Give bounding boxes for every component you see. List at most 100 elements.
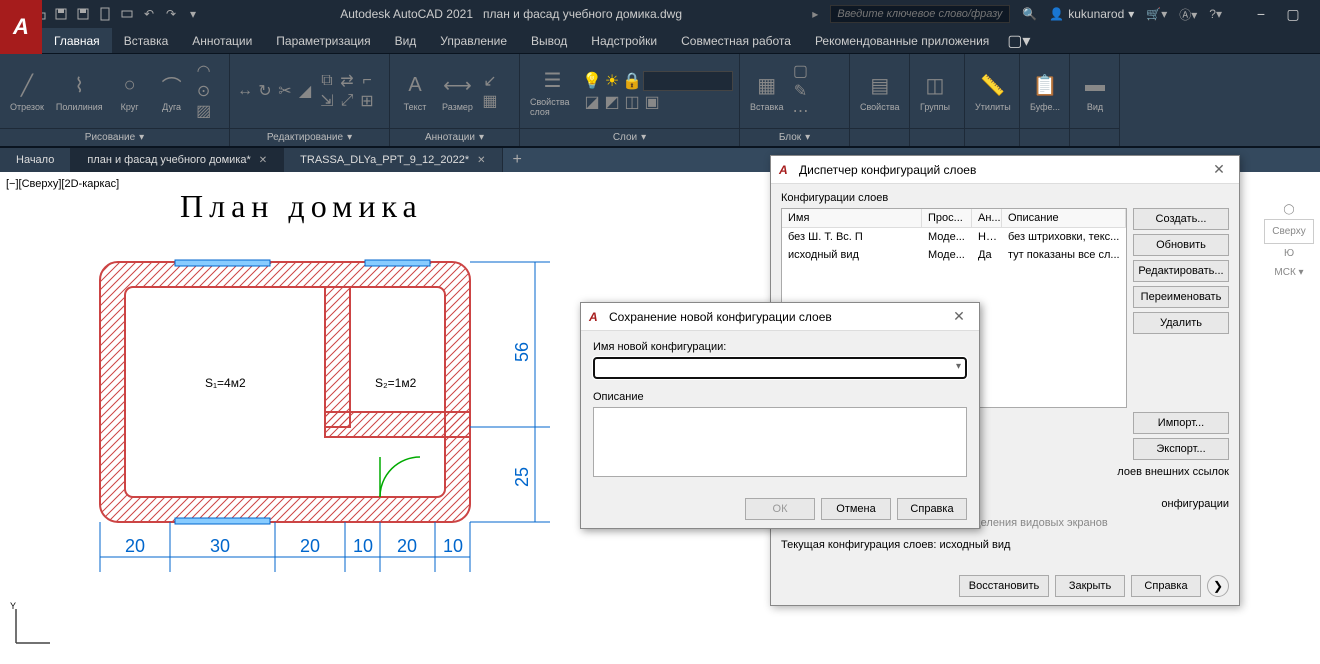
search-input[interactable] <box>830 5 1010 23</box>
layer-lock-icon[interactable]: 🔒 <box>623 72 641 90</box>
tool-insert[interactable]: ▦Вставка <box>746 68 787 114</box>
delete-button[interactable]: Удалить <box>1133 312 1229 334</box>
update-button[interactable]: Обновить <box>1133 234 1229 256</box>
layer-freeze-icon[interactable]: ☀ <box>603 72 621 90</box>
annot-leader-icon[interactable]: ↙ <box>481 72 499 90</box>
block-create-icon[interactable]: ▢ <box>791 62 809 80</box>
tab-parametric[interactable]: Параметризация <box>264 28 382 53</box>
qat-saveas-icon[interactable] <box>74 5 92 23</box>
draw-more-3-icon[interactable]: ▨ <box>195 102 213 120</box>
mod-more1-icon[interactable]: ◢ <box>296 82 314 100</box>
tab-manage[interactable]: Управление <box>428 28 519 53</box>
tool-polyline[interactable]: ⌇Полилиния <box>52 68 107 114</box>
layer-t4-icon[interactable]: ▣ <box>643 93 661 111</box>
mod-fillet-icon[interactable]: ⌐ <box>358 72 376 90</box>
tool-layer-props[interactable]: ☰Свойства слоя <box>526 63 579 119</box>
table-row[interactable]: исходный видМоде...Датут показаны все сл… <box>782 246 1126 264</box>
tab-view[interactable]: Вид <box>383 28 429 53</box>
layer-combo[interactable] <box>643 71 733 91</box>
import-button[interactable]: Импорт... <box>1133 412 1229 434</box>
name-input[interactable] <box>593 357 967 379</box>
edit-button[interactable]: Редактировать... <box>1133 260 1229 282</box>
col-desc[interactable]: Описание <box>1002 209 1126 227</box>
desc-input[interactable] <box>593 407 967 477</box>
col-an[interactable]: Ан... <box>972 209 1002 227</box>
tab-annotate[interactable]: Аннотации <box>180 28 264 53</box>
layer-off-icon[interactable]: 💡 <box>583 72 601 90</box>
ok-button[interactable]: ОК <box>745 498 815 520</box>
qat-plot-icon[interactable] <box>118 5 136 23</box>
search-icon[interactable]: 🔍 <box>1022 7 1037 21</box>
tool-view[interactable]: ▬Вид <box>1076 68 1114 114</box>
tool-clip[interactable]: 📋Буфе... <box>1026 68 1064 114</box>
tool-circle[interactable]: ○Круг <box>111 68 149 114</box>
rename-button[interactable]: Переименовать <box>1133 286 1229 308</box>
tab-home[interactable]: Главная <box>42 28 112 53</box>
maximize-button[interactable]: ▢ <box>1278 2 1308 26</box>
create-button[interactable]: Создать... <box>1133 208 1229 230</box>
expand-button[interactable]: ❯ <box>1207 575 1229 597</box>
layer-t3-icon[interactable]: ◫ <box>623 93 641 111</box>
mod-trim-icon[interactable]: ✂ <box>276 82 294 100</box>
export-button[interactable]: Экспорт... <box>1133 438 1229 460</box>
col-name[interactable]: Имя <box>782 209 922 227</box>
help-button[interactable]: Справка <box>897 498 967 520</box>
draw-more-2-icon[interactable]: ⊙ <box>195 82 213 100</box>
filetab-trassa[interactable]: TRASSA_DLYa_PPT_9_12_2022*✕ <box>284 148 502 172</box>
block-attr-icon[interactable]: ⋯ <box>791 102 809 120</box>
close-button[interactable]: Закрыть <box>1055 575 1125 597</box>
tool-line[interactable]: ╱Отрезок <box>6 68 48 114</box>
panel-annot-label[interactable]: Аннотации <box>425 132 475 143</box>
mod-rotate-icon[interactable]: ↻ <box>256 82 274 100</box>
tool-props[interactable]: ▤Свойства <box>856 68 904 114</box>
panel-block-label[interactable]: Блок <box>779 132 801 143</box>
mod-mirror-icon[interactable]: ⇄ <box>338 72 356 90</box>
col-space[interactable]: Прос... <box>922 209 972 227</box>
app-icon[interactable]: Ⓐ▾ <box>1179 6 1197 23</box>
filetab-start[interactable]: Начало <box>0 148 71 172</box>
panel-draw-label[interactable]: Рисование <box>85 132 135 143</box>
mod-copy-icon[interactable]: ⧉ <box>318 72 336 90</box>
navcube-compass-icon[interactable]: ◯ <box>1264 200 1314 219</box>
lsm-close-button[interactable]: ✕ <box>1207 161 1231 178</box>
cart-icon[interactable]: 🛒▾ <box>1146 7 1167 21</box>
cancel-button[interactable]: Отмена <box>821 498 891 520</box>
qat-web-icon[interactable] <box>96 5 114 23</box>
qat-redo-icon[interactable]: ↷ <box>162 5 180 23</box>
mod-stretch-icon[interactable]: ⇲ <box>318 92 336 110</box>
close-icon[interactable]: ✕ <box>477 155 485 166</box>
block-edit-icon[interactable]: ✎ <box>791 82 809 100</box>
help-button[interactable]: Справка <box>1131 575 1201 597</box>
tool-arc[interactable]: ⌒Дуга <box>153 68 191 114</box>
mod-scale-icon[interactable]: ⤢ <box>338 92 356 110</box>
layer-t2-icon[interactable]: ◩ <box>603 93 621 111</box>
table-row[interactable]: без Ш. Т. Вс. ПМоде...Нетбез штриховки, … <box>782 228 1126 246</box>
navcube-wcs[interactable]: МСК ▾ <box>1264 263 1314 282</box>
filetab-add[interactable]: + <box>503 148 532 172</box>
navcube-top[interactable]: Сверху <box>1264 219 1314 244</box>
minimize-button[interactable]: − <box>1246 2 1276 26</box>
qat-dropdown-icon[interactable]: ▾ <box>184 5 202 23</box>
layer-t1-icon[interactable]: ◪ <box>583 93 601 111</box>
tab-insert[interactable]: Вставка <box>112 28 181 53</box>
draw-more-1-icon[interactable]: ◠ <box>195 62 213 80</box>
tab-list-button[interactable]: ▢▾ <box>1001 28 1036 53</box>
restore-button[interactable]: Восстановить <box>959 575 1049 597</box>
tab-output[interactable]: Вывод <box>519 28 579 53</box>
nav-cube[interactable]: ◯ Сверху Ю МСК ▾ <box>1264 200 1314 282</box>
help-icon[interactable]: ?▾ <box>1209 7 1222 21</box>
tool-text[interactable]: AТекст <box>396 68 434 114</box>
tab-featured[interactable]: Рекомендованные приложения <box>803 28 1001 53</box>
panel-modify-label[interactable]: Редактирование <box>267 132 343 143</box>
close-icon[interactable]: ✕ <box>259 155 267 166</box>
tool-groups[interactable]: ◫Группы <box>916 68 954 114</box>
viewport-label[interactable]: [−][Сверху][2D-каркас] <box>6 178 119 190</box>
chevron-down-icon[interactable]: ▾ <box>956 361 961 372</box>
panel-layers-label[interactable]: Слои <box>613 132 637 143</box>
annot-table-icon[interactable]: ▦ <box>481 92 499 110</box>
filetab-plan[interactable]: план и фасад учебного домика*✕ <box>71 148 284 172</box>
tool-utils[interactable]: 📏Утилиты <box>971 68 1015 114</box>
mod-move-icon[interactable]: ↔ <box>236 82 254 100</box>
mod-array-icon[interactable]: ⊞ <box>358 92 376 110</box>
app-menu-button[interactable]: A <box>0 0 42 54</box>
